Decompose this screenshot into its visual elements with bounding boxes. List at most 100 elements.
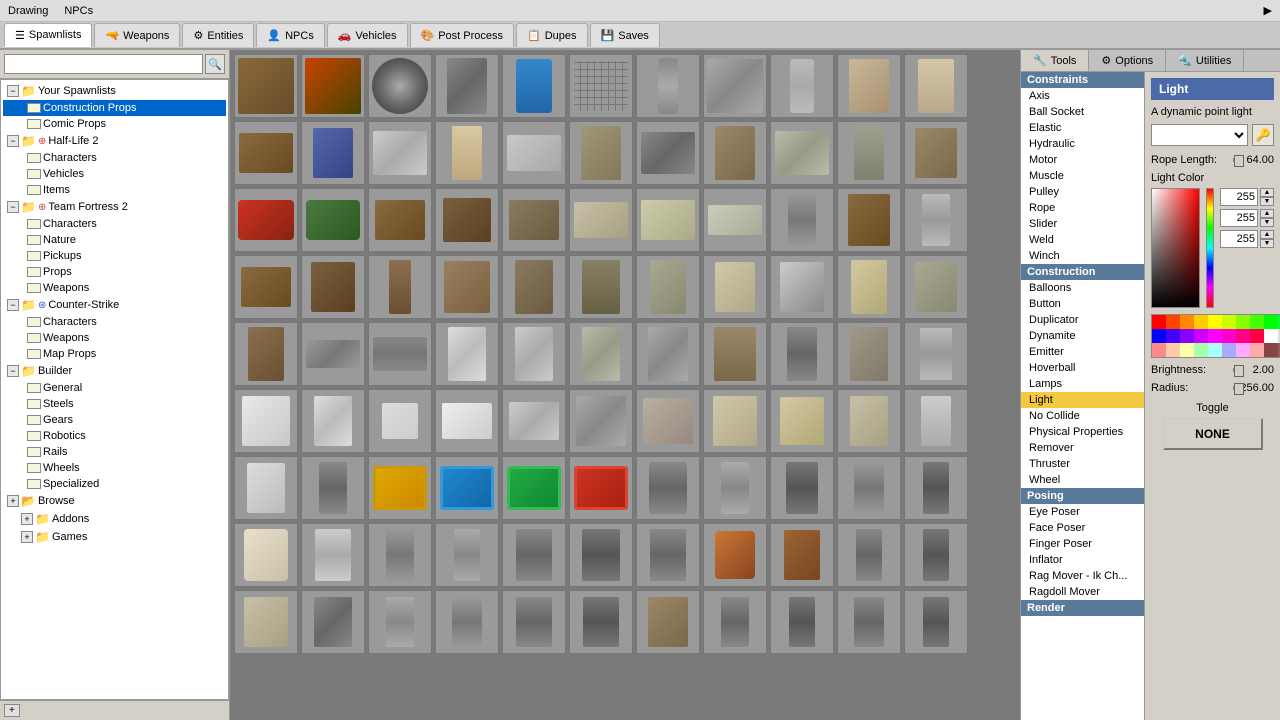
list-item[interactable]	[904, 255, 968, 319]
construction-thruster[interactable]: Thruster	[1021, 456, 1144, 472]
list-item[interactable]	[368, 456, 432, 520]
list-item[interactable]	[703, 590, 767, 654]
palette-color-cell[interactable]	[1222, 329, 1236, 343]
list-item[interactable]	[569, 322, 633, 386]
list-item[interactable]	[569, 456, 633, 520]
tree-browse[interactable]: + 📂 Browse	[3, 492, 226, 510]
list-item[interactable]	[636, 188, 700, 252]
construction-no-collide[interactable]: No Collide	[1021, 408, 1144, 424]
tree-cs-characters[interactable]: Characters	[3, 314, 226, 330]
list-item[interactable]	[368, 255, 432, 319]
color-b-down[interactable]: ▼	[1260, 239, 1274, 248]
search-button[interactable]: 🔍	[205, 54, 225, 74]
color-b-up[interactable]: ▲	[1260, 230, 1274, 239]
list-item[interactable]	[301, 121, 365, 185]
expand-cs[interactable]: −	[7, 299, 19, 311]
light-preset-dropdown[interactable]	[1151, 124, 1248, 146]
list-item[interactable]	[703, 54, 767, 118]
tree-comic-props[interactable]: Comic Props	[3, 116, 226, 132]
list-item[interactable]	[703, 523, 767, 587]
list-item[interactable]	[435, 54, 499, 118]
add-category-button[interactable]: +	[4, 704, 20, 717]
palette-color-cell[interactable]	[1222, 315, 1236, 329]
list-item[interactable]	[502, 389, 566, 453]
key-icon[interactable]: 🔑	[1252, 124, 1274, 146]
tree-builder-general[interactable]: General	[3, 380, 226, 396]
list-item[interactable]	[502, 456, 566, 520]
radius-slider[interactable]	[1233, 386, 1235, 390]
tab-entities[interactable]: ⚙ Entities	[182, 23, 254, 47]
list-item[interactable]	[770, 322, 834, 386]
tab-tools[interactable]: 🔧 Tools	[1021, 50, 1089, 71]
list-item[interactable]	[234, 188, 298, 252]
construction-remover[interactable]: Remover	[1021, 440, 1144, 456]
palette-color-cell[interactable]	[1236, 329, 1250, 343]
list-item[interactable]	[770, 121, 834, 185]
list-item[interactable]	[569, 590, 633, 654]
list-item[interactable]	[368, 121, 432, 185]
tab-utilities[interactable]: 🔩 Utilities	[1166, 50, 1244, 71]
list-item[interactable]	[837, 389, 901, 453]
tab-spawnlists[interactable]: ☰ Spawnlists	[4, 23, 92, 47]
list-item[interactable]	[435, 590, 499, 654]
tab-weapons[interactable]: 🔫 Weapons	[94, 23, 180, 47]
constraint-motor[interactable]: Motor	[1021, 152, 1144, 168]
list-item[interactable]	[904, 322, 968, 386]
list-item[interactable]	[703, 121, 767, 185]
tree-tf2-characters[interactable]: Characters	[3, 216, 226, 232]
list-item[interactable]	[234, 121, 298, 185]
rope-length-thumb[interactable]	[1234, 155, 1244, 167]
list-item[interactable]	[904, 456, 968, 520]
tree-builder-steels[interactable]: Steels	[3, 396, 226, 412]
list-item[interactable]	[301, 389, 365, 453]
palette-color-cell[interactable]	[1180, 343, 1194, 357]
list-item[interactable]	[368, 188, 432, 252]
palette-color-cell[interactable]	[1152, 343, 1166, 357]
posing-finger-poser[interactable]: Finger Poser	[1021, 536, 1144, 552]
construction-button[interactable]: Button	[1021, 296, 1144, 312]
palette-color-cell[interactable]	[1152, 315, 1166, 329]
list-item[interactable]	[837, 188, 901, 252]
none-button[interactable]: NONE	[1163, 418, 1263, 450]
palette-color-cell[interactable]	[1208, 343, 1222, 357]
list-item[interactable]	[368, 389, 432, 453]
list-item[interactable]	[569, 121, 633, 185]
list-item[interactable]	[636, 121, 700, 185]
tree-tf2[interactable]: − 📁 ⊕ Team Fortress 2	[3, 198, 226, 216]
color-r-input[interactable]	[1220, 188, 1258, 206]
tab-options[interactable]: ⚙ Options	[1089, 50, 1166, 71]
color-r-down[interactable]: ▼	[1260, 197, 1274, 206]
expand-hl2[interactable]: −	[7, 135, 19, 147]
list-item[interactable]	[435, 255, 499, 319]
list-item[interactable]	[770, 188, 834, 252]
list-item[interactable]	[234, 389, 298, 453]
list-item[interactable]	[569, 389, 633, 453]
constraint-hydraulic[interactable]: Hydraulic	[1021, 136, 1144, 152]
list-item[interactable]	[703, 456, 767, 520]
tab-postprocess[interactable]: 🎨 Post Process	[410, 23, 515, 47]
list-item[interactable]	[234, 523, 298, 587]
list-item[interactable]	[703, 322, 767, 386]
posing-ragdoll-mover[interactable]: Ragdoll Mover	[1021, 584, 1144, 600]
list-item[interactable]	[636, 255, 700, 319]
list-item[interactable]	[301, 255, 365, 319]
list-item[interactable]	[502, 54, 566, 118]
tree-builder-wheels[interactable]: Wheels	[3, 460, 226, 476]
construction-lamps[interactable]: Lamps	[1021, 376, 1144, 392]
construction-balloons[interactable]: Balloons	[1021, 280, 1144, 296]
tree-tf2-props[interactable]: Props	[3, 264, 226, 280]
palette-color-cell[interactable]	[1194, 343, 1208, 357]
list-item[interactable]	[770, 590, 834, 654]
list-item[interactable]	[837, 456, 901, 520]
palette-color-cell[interactable]	[1180, 315, 1194, 329]
list-item[interactable]	[770, 389, 834, 453]
list-item[interactable]	[636, 590, 700, 654]
expand-browse[interactable]: +	[7, 495, 19, 507]
list-item[interactable]	[435, 523, 499, 587]
constraint-axis[interactable]: Axis	[1021, 88, 1144, 104]
list-item[interactable]	[569, 255, 633, 319]
list-item[interactable]	[368, 590, 432, 654]
tree-builder-rails[interactable]: Rails	[3, 444, 226, 460]
color-b-input[interactable]	[1220, 230, 1258, 248]
titlebar-arrow[interactable]: ▶	[1264, 4, 1272, 17]
